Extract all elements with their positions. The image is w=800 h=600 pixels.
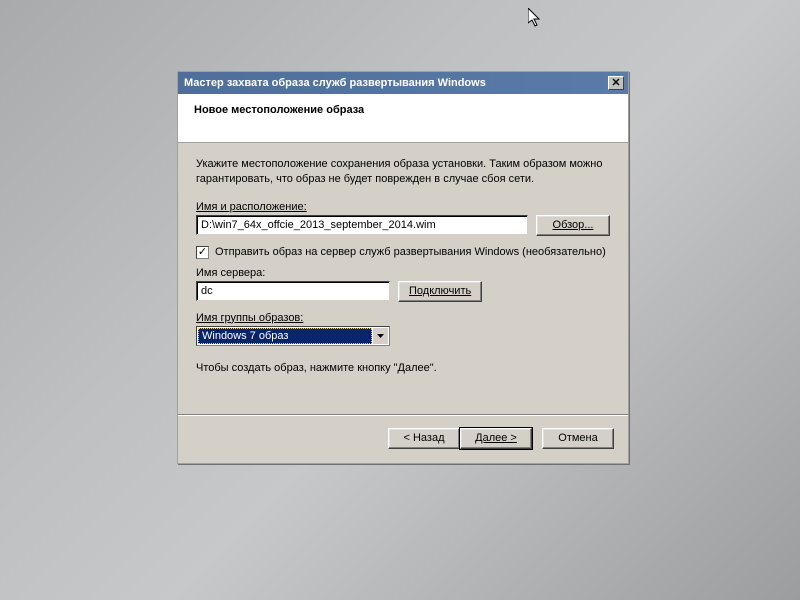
chevron-down-icon[interactable] — [372, 328, 388, 344]
wizard-footer: < Назад Далее > Отмена — [178, 416, 628, 463]
next-button[interactable]: Далее > — [460, 428, 532, 449]
instruction-text: Чтобы создать образ, нажмите кнопку "Дал… — [196, 362, 610, 374]
server-label: Имя сервера: — [196, 267, 610, 279]
check-icon: ✓ — [198, 247, 207, 258]
browse-button[interactable]: Обзор... — [536, 215, 610, 236]
upload-checkbox-label: Отправить образ на сервер служб разверты… — [215, 246, 606, 258]
close-icon: ✕ — [611, 78, 620, 89]
window-title: Мастер захвата образа служб развертывани… — [184, 77, 486, 89]
wizard-dialog: Мастер захвата образа служб развертывани… — [177, 71, 629, 464]
path-label: Имя и расположение: — [196, 201, 610, 213]
wizard-content: Укажите местоположение сохранения образа… — [178, 143, 628, 414]
back-button[interactable]: < Назад — [388, 428, 460, 449]
cancel-button[interactable]: Отмена — [542, 428, 614, 449]
connect-button[interactable]: Подключить — [398, 281, 482, 302]
dropdown-selected: Windows 7 образ — [198, 328, 372, 344]
upload-checkbox[interactable]: ✓ — [196, 246, 209, 259]
page-title: Новое местоположение образа — [194, 104, 612, 116]
image-group-dropdown[interactable]: Windows 7 образ — [196, 326, 390, 346]
server-input[interactable] — [196, 281, 390, 301]
cursor-icon — [528, 8, 542, 31]
titlebar: Мастер захвата образа служб развертывани… — [178, 72, 628, 94]
close-button[interactable]: ✕ — [608, 76, 624, 90]
group-label: Имя группы образов: — [196, 312, 610, 324]
path-input[interactable] — [196, 215, 528, 235]
wizard-header: Новое местоположение образа — [178, 94, 628, 143]
description-text: Укажите местоположение сохранения образа… — [196, 157, 610, 187]
